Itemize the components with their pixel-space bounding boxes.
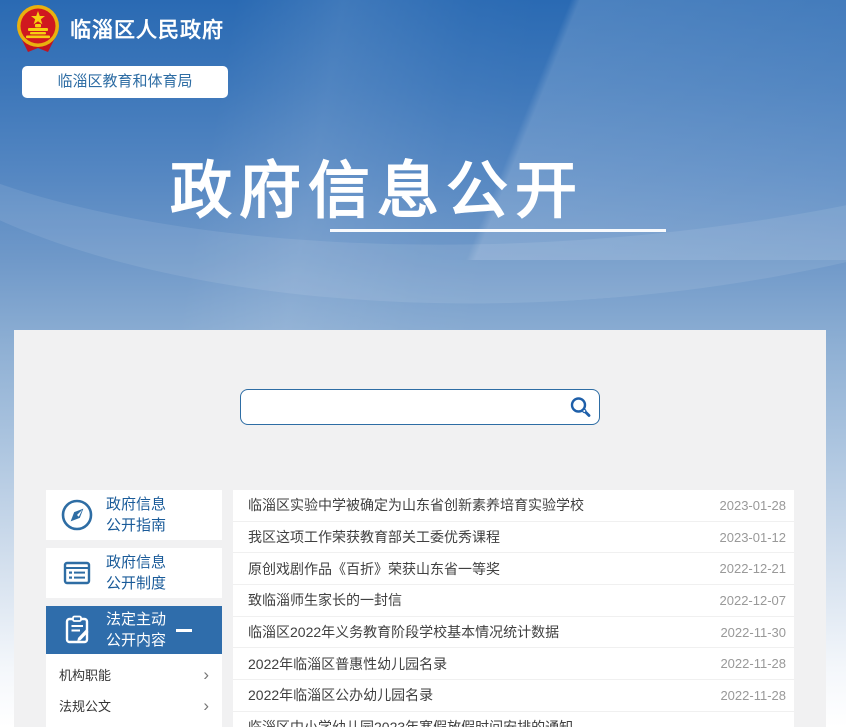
news-list-item[interactable]: 临淄区2022年义务教育阶段学校基本情况统计数据 2022-11-30 (233, 617, 794, 649)
chevron-right-icon: › (203, 697, 209, 714)
news-date: 2023-01-28 (720, 498, 787, 513)
sidebar-item-statutory-disclosure[interactable]: 法定主动 公开内容 (46, 606, 222, 654)
site-title: 临淄区人民政府 (70, 14, 224, 44)
news-list: 临淄区实验中学被确定为山东省创新素养培育实验学校 2023-01-28 我区这项… (233, 490, 794, 727)
title-underline (330, 229, 666, 232)
submenu-item-agency-functions[interactable]: 机构职能 › (46, 659, 222, 690)
submenu-label: 机构职能 (59, 665, 111, 684)
news-date: 2023-01-12 (720, 530, 787, 545)
news-list-item[interactable]: 2022年临淄区公办幼儿园名录 2022-11-28 (233, 680, 794, 712)
collapse-indicator-icon (176, 629, 192, 632)
news-date: 2022-11-28 (720, 656, 786, 671)
national-emblem-icon (16, 4, 60, 54)
news-list-item[interactable]: 2022年临淄区普惠性幼儿园名录 2022-11-28 (233, 648, 794, 680)
news-date: 2022-11-28 (720, 688, 786, 703)
news-list-item[interactable]: 原创戏剧作品《百折》荣获山东省一等奖 2022-12-21 (233, 553, 794, 585)
news-date: 2022-12-21 (720, 561, 787, 576)
news-list-item[interactable]: 致临淄师生家长的一封信 2022-12-07 (233, 585, 794, 617)
search-bar (240, 389, 600, 425)
news-title: 临淄区2022年义务教育阶段学校基本情况统计数据 (248, 622, 559, 642)
news-list-item[interactable]: 临淄区中小学幼儿园2023年寒假放假时间安排的通知 (233, 712, 794, 727)
site-header: 临淄区人民政府 (0, 0, 846, 60)
sidebar-item-label: 政府信息 公开指南 (106, 494, 166, 536)
sidebar-item-public-info-system[interactable]: 政府信息 公开制度 (46, 548, 222, 598)
news-title: 原创戏剧作品《百折》荣获山东省一等奖 (248, 559, 500, 579)
page-title: 政府信息公开 (170, 140, 584, 230)
chevron-right-icon: › (203, 666, 209, 683)
news-title: 2022年临淄区普惠性幼儿园名录 (248, 654, 447, 674)
search-icon (568, 395, 592, 419)
search-button[interactable] (561, 390, 599, 424)
news-title: 临淄区中小学幼儿园2023年寒假放假时间安排的通知 (248, 717, 573, 727)
news-date: 2022-11-30 (720, 625, 786, 640)
clipboard-pen-icon (60, 613, 94, 647)
department-button[interactable]: 临淄区教育和体育局 (22, 66, 228, 98)
document-list-icon (60, 556, 94, 590)
news-date: 2022-12-07 (720, 593, 787, 608)
sidebar-item-label: 政府信息 公开制度 (106, 552, 166, 594)
compass-icon (60, 498, 94, 532)
news-list-item[interactable]: 我区这项工作荣获教育部关工委优秀课程 2023-01-12 (233, 522, 794, 554)
submenu-item-regulations[interactable]: 法规公文 › (46, 690, 222, 721)
news-title: 致临淄师生家长的一封信 (248, 590, 402, 610)
news-title: 2022年临淄区公办幼儿园名录 (248, 685, 433, 705)
news-title: 我区这项工作荣获教育部关工委优秀课程 (248, 527, 500, 547)
submenu-label: 法规公文 (59, 696, 111, 715)
content-panel: 政府信息 公开指南 政府信息 公开制度 (14, 330, 826, 727)
sidebar-item-label: 法定主动 公开内容 (106, 609, 166, 651)
search-input[interactable] (241, 390, 561, 424)
sidebar-submenu: 机构职能 › 法规公文 › (46, 654, 222, 727)
news-list-item[interactable]: 临淄区实验中学被确定为山东省创新素养培育实验学校 2023-01-28 (233, 490, 794, 522)
news-title: 临淄区实验中学被确定为山东省创新素养培育实验学校 (248, 495, 584, 515)
sidebar-item-public-info-guide[interactable]: 政府信息 公开指南 (46, 490, 222, 540)
